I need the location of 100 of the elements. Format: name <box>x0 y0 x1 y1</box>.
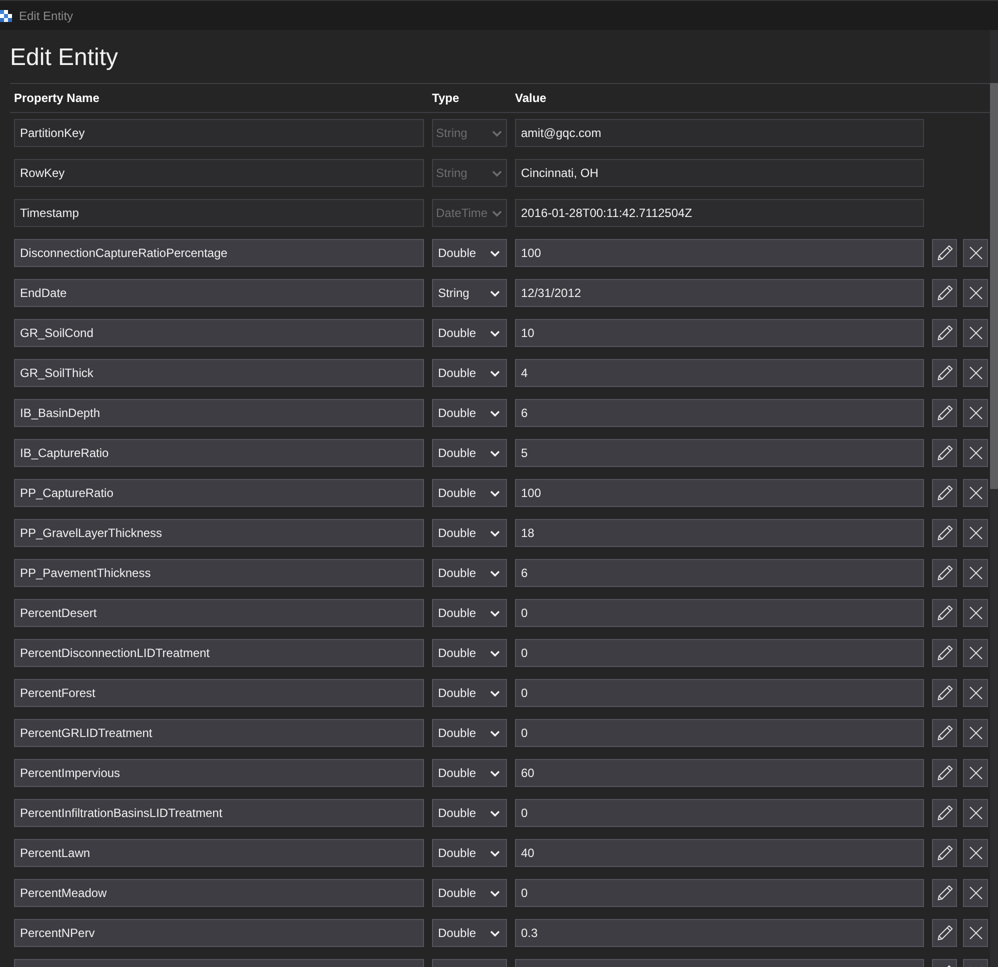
type-select[interactable]: Double <box>432 559 507 587</box>
pencil-icon <box>936 724 954 742</box>
edit-button[interactable] <box>932 919 957 947</box>
type-select[interactable]: Double <box>432 919 507 947</box>
delete-button[interactable] <box>963 839 988 867</box>
delete-button[interactable] <box>963 679 988 707</box>
type-select[interactable]: Double <box>432 679 507 707</box>
value-field[interactable]: 6 <box>515 559 924 587</box>
type-select[interactable]: Double <box>432 439 507 467</box>
name-field[interactable]: PP_CaptureRatio <box>14 479 424 507</box>
value-field[interactable]: 6 <box>515 399 924 427</box>
delete-button[interactable] <box>963 639 988 667</box>
name-field[interactable]: DisconnectionCaptureRatioPercentage <box>14 239 424 267</box>
delete-button[interactable] <box>963 599 988 627</box>
pencil-icon <box>936 764 954 782</box>
value-field[interactable]: 60 <box>515 759 924 787</box>
edit-button[interactable] <box>932 879 957 907</box>
value-field[interactable]: 0 <box>515 799 924 827</box>
close-icon <box>968 285 984 301</box>
delete-button[interactable] <box>963 439 988 467</box>
name-field[interactable]: PercentInfiltrationBasinsLIDTreatment <box>14 799 424 827</box>
edit-button[interactable] <box>932 359 957 387</box>
edit-button[interactable] <box>932 559 957 587</box>
delete-button[interactable] <box>963 239 988 267</box>
type-select[interactable]: String <box>432 279 507 307</box>
delete-button[interactable] <box>963 759 988 787</box>
edit-button[interactable] <box>932 839 957 867</box>
name-field[interactable]: PercentDesert <box>14 599 424 627</box>
name-field[interactable]: GR_SoilCond <box>14 319 424 347</box>
name-field[interactable]: PercentGRLIDTreatment <box>14 719 424 747</box>
value-field[interactable]: 100 <box>515 479 924 507</box>
name-field[interactable]: EndDate <box>14 279 424 307</box>
value-field[interactable]: 4 <box>515 359 924 387</box>
chevron-down-icon <box>490 730 500 736</box>
delete-button[interactable] <box>963 559 988 587</box>
delete-button[interactable] <box>963 399 988 427</box>
type-select[interactable]: Double <box>432 839 507 867</box>
type-select[interactable]: Double <box>432 399 507 427</box>
delete-button[interactable] <box>963 279 988 307</box>
value-field[interactable]: 5 <box>515 439 924 467</box>
type-select[interactable]: Double <box>432 639 507 667</box>
value-field[interactable]: 100 <box>515 239 924 267</box>
name-field[interactable]: PercentForest <box>14 679 424 707</box>
type-select[interactable]: Double <box>432 519 507 547</box>
value-field[interactable]: 0 <box>515 599 924 627</box>
value-field[interactable]: 0 <box>515 679 924 707</box>
name-field[interactable]: IB_CaptureRatio <box>14 439 424 467</box>
type-select[interactable]: Double <box>432 759 507 787</box>
type-select[interactable]: Double <box>432 239 507 267</box>
name-field[interactable]: IB_BasinDepth <box>14 399 424 427</box>
name-field[interactable]: PP_GravelLayerThickness <box>14 519 424 547</box>
name-field[interactable]: PP_PavementThickness <box>14 559 424 587</box>
edit-button[interactable] <box>932 519 957 547</box>
value-field[interactable]: 0.3 <box>515 919 924 947</box>
type-select[interactable]: Double <box>432 799 507 827</box>
type-select[interactable]: Double <box>432 319 507 347</box>
edit-button[interactable] <box>932 439 957 467</box>
delete-button[interactable] <box>963 479 988 507</box>
edit-button[interactable] <box>932 799 957 827</box>
type-select[interactable]: Double <box>432 719 507 747</box>
delete-button[interactable] <box>963 799 988 827</box>
name-field[interactable]: PercentNPerv <box>14 919 424 947</box>
close-icon <box>968 565 984 581</box>
delete-button[interactable] <box>963 719 988 747</box>
edit-button[interactable] <box>932 719 957 747</box>
delete-button[interactable] <box>963 919 988 947</box>
edit-button[interactable] <box>932 479 957 507</box>
edit-button[interactable] <box>932 279 957 307</box>
edit-button[interactable] <box>932 679 957 707</box>
value-field[interactable]: 0 <box>515 719 924 747</box>
value-field[interactable]: 0 <box>515 639 924 667</box>
name-field[interactable]: PercentImpervious <box>14 759 424 787</box>
chevron-down-icon <box>492 130 502 136</box>
edit-button[interactable] <box>932 759 957 787</box>
name-field[interactable]: GR_SoilThick <box>14 359 424 387</box>
name-field[interactable]: PercentMeadow <box>14 879 424 907</box>
edit-button[interactable] <box>932 639 957 667</box>
edit-button[interactable] <box>932 399 957 427</box>
edit-button[interactable] <box>932 239 957 267</box>
value-field[interactable]: 12/31/2012 <box>515 279 924 307</box>
type-select[interactable]: Double <box>432 879 507 907</box>
type-select[interactable]: Double <box>432 599 507 627</box>
chevron-down-icon <box>490 450 500 456</box>
value-field[interactable]: 0 <box>515 879 924 907</box>
delete-button[interactable] <box>963 359 988 387</box>
delete-button[interactable] <box>963 879 988 907</box>
scrollbar-thumb[interactable] <box>990 83 998 489</box>
name-field[interactable]: PercentDisconnectionLIDTreatment <box>14 639 424 667</box>
value-field[interactable]: 18 <box>515 519 924 547</box>
chevron-down-icon <box>490 610 500 616</box>
edit-button[interactable] <box>932 599 957 627</box>
delete-button[interactable] <box>963 519 988 547</box>
name-field[interactable]: PercentLawn <box>14 839 424 867</box>
type-select[interactable]: Double <box>432 359 507 387</box>
chevron-down-icon <box>490 850 500 856</box>
value-field[interactable]: 10 <box>515 319 924 347</box>
delete-button[interactable] <box>963 319 988 347</box>
edit-button[interactable] <box>932 319 957 347</box>
value-field[interactable]: 40 <box>515 839 924 867</box>
type-select[interactable]: Double <box>432 479 507 507</box>
